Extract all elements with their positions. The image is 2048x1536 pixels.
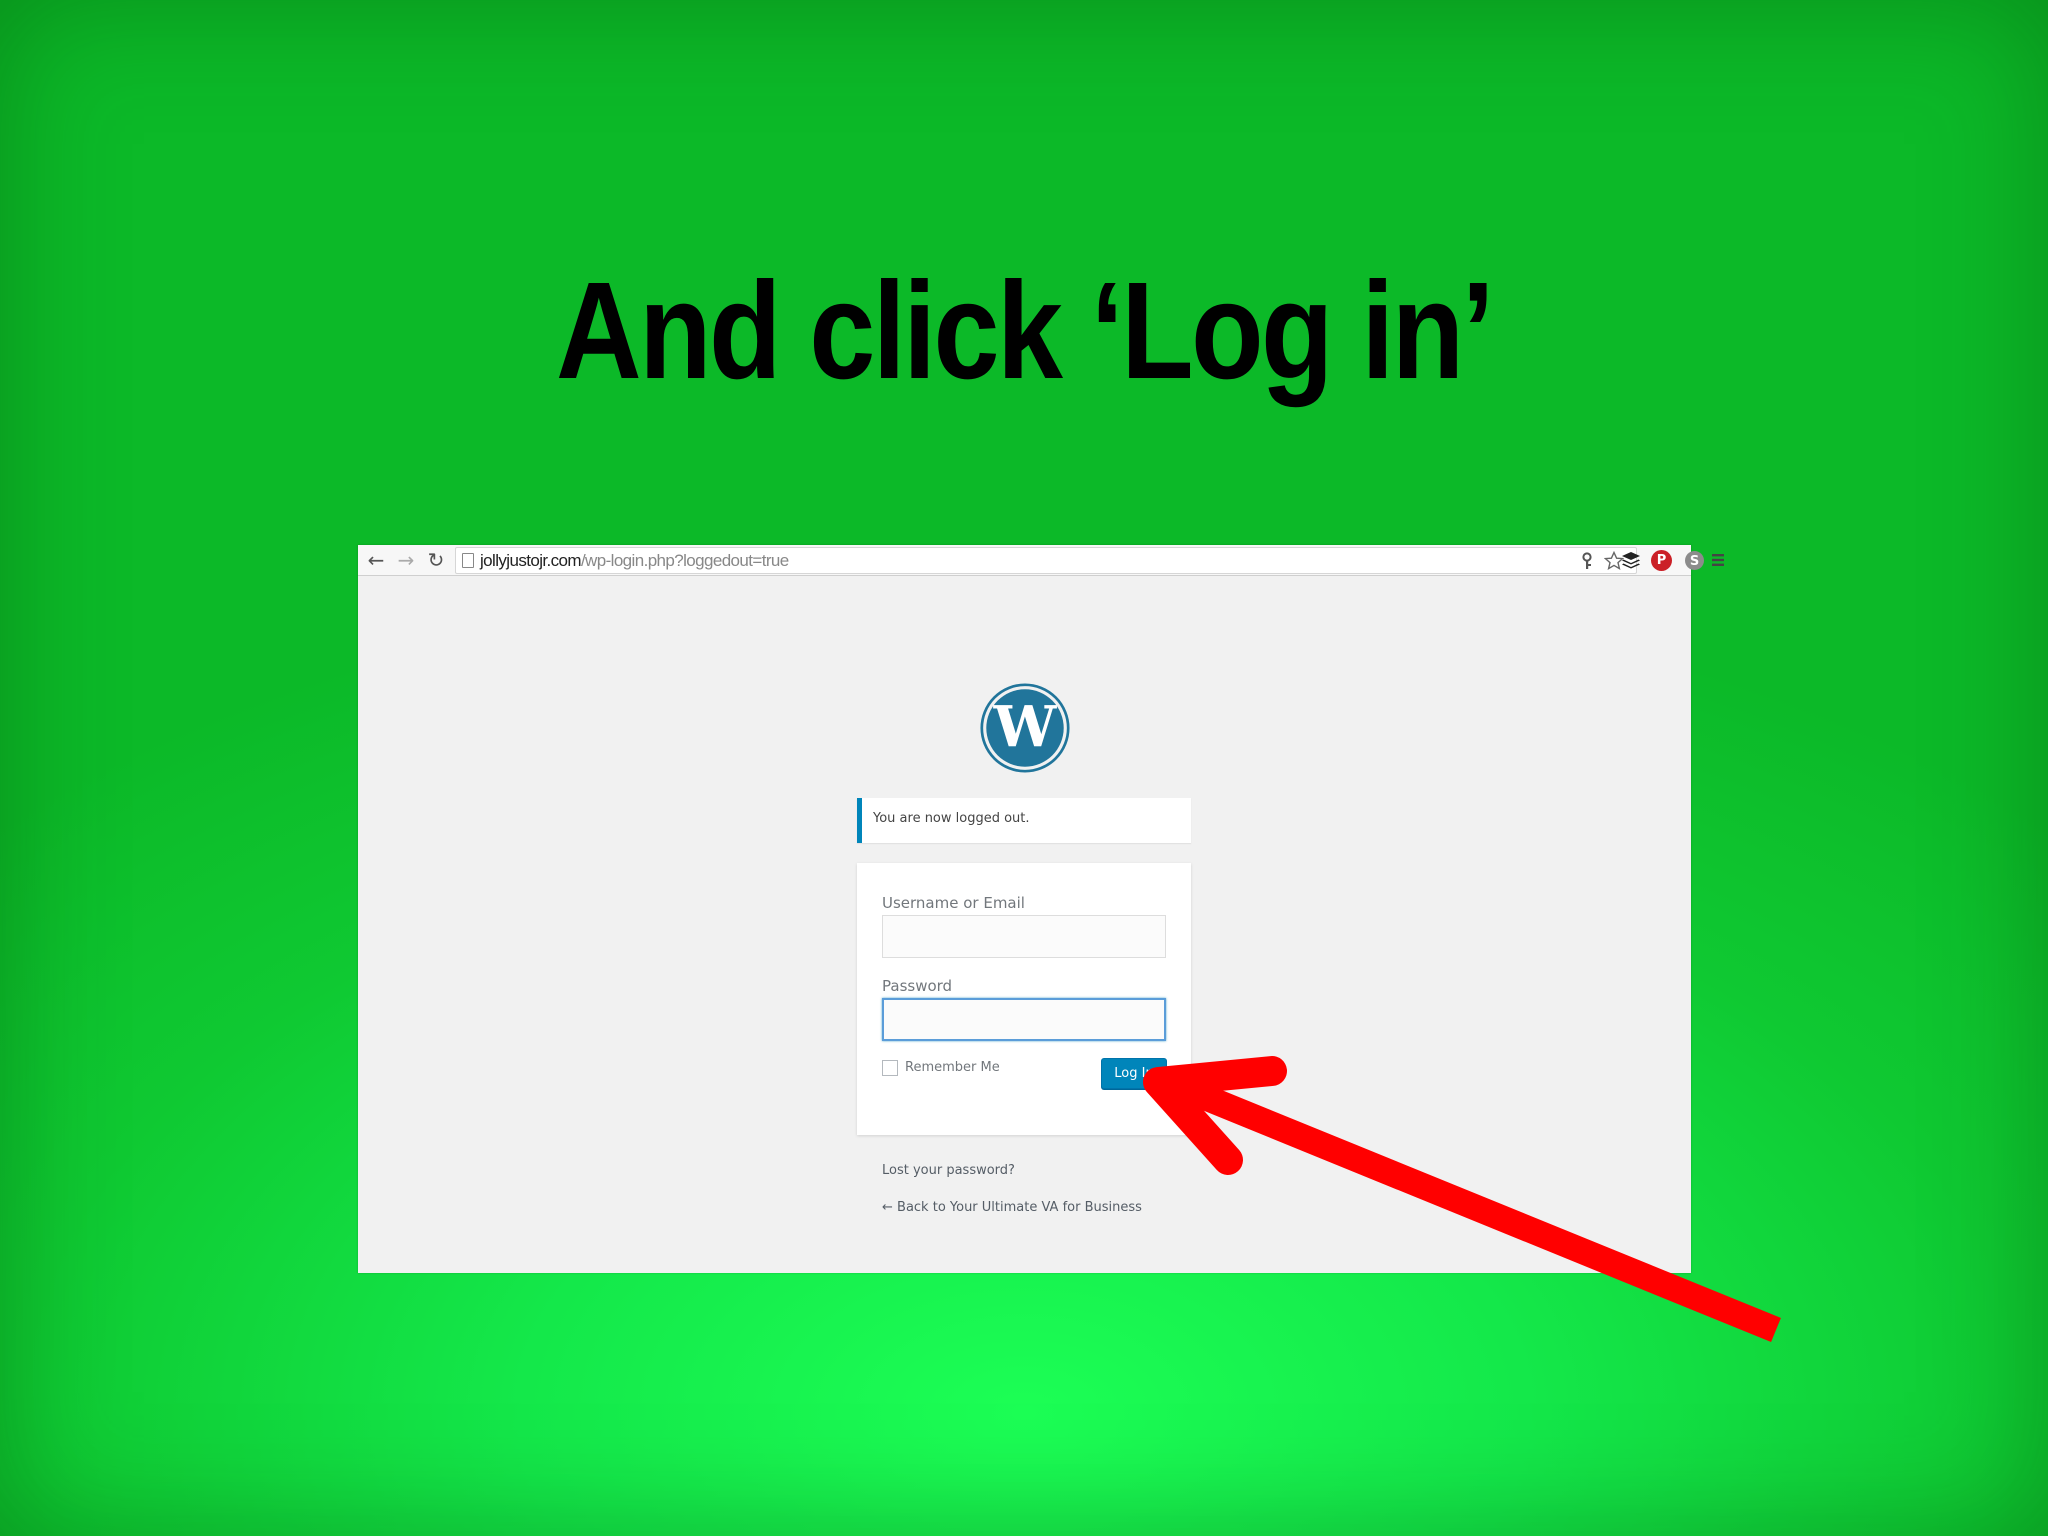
- skype-icon[interactable]: S: [1684, 550, 1705, 571]
- reload-icon[interactable]: ↻: [424, 548, 448, 572]
- forward-arrow-icon[interactable]: →: [394, 548, 418, 572]
- pinterest-icon[interactable]: P: [1651, 550, 1672, 571]
- username-label: Username or Email: [882, 894, 1025, 912]
- log-in-button[interactable]: Log In: [1101, 1058, 1167, 1089]
- url-host: jollyjustojr.com: [480, 551, 582, 570]
- logged-out-notice: You are now logged out.: [857, 798, 1191, 843]
- lost-password-link[interactable]: Lost your password?: [882, 1163, 1015, 1178]
- remember-me-label[interactable]: Remember Me: [905, 1060, 1000, 1075]
- wordpress-logo-icon[interactable]: W: [980, 683, 1070, 773]
- svg-text:S: S: [1690, 554, 1699, 569]
- address-url: jollyjustojr.com/wp-login.php?loggedout=…: [480, 551, 789, 571]
- extension-icons: P S: [1541, 545, 1724, 576]
- address-bar[interactable]: jollyjustojr.com/wp-login.php?loggedout=…: [455, 547, 1637, 574]
- svg-text:W: W: [993, 695, 1058, 760]
- browser-toolbar: ← → ↻ jollyjustojr.com/wp-login.php?logg…: [358, 545, 1724, 576]
- slide-title: And click ‘Log in’: [555, 254, 1495, 408]
- login-form: Username or Email Password Remember Me L…: [857, 863, 1191, 1135]
- username-input[interactable]: [882, 915, 1166, 958]
- remember-me-checkbox[interactable]: [882, 1060, 898, 1076]
- browser-screenshot: ← → ↻ jollyjustojr.com/wp-login.php?logg…: [358, 545, 1724, 1273]
- password-input[interactable]: [882, 998, 1166, 1041]
- url-path: /wp-login.php?loggedout=true: [580, 551, 789, 570]
- back-arrow-icon[interactable]: ←: [364, 548, 388, 572]
- menu-icon[interactable]: [1711, 553, 1725, 567]
- page-icon: [462, 553, 474, 568]
- buffer-icon[interactable]: [1621, 551, 1641, 571]
- notice-text: You are now logged out.: [873, 811, 1030, 826]
- back-to-site-link[interactable]: ← Back to Your Ultimate VA for Business: [882, 1200, 1142, 1215]
- password-label: Password: [882, 977, 953, 995]
